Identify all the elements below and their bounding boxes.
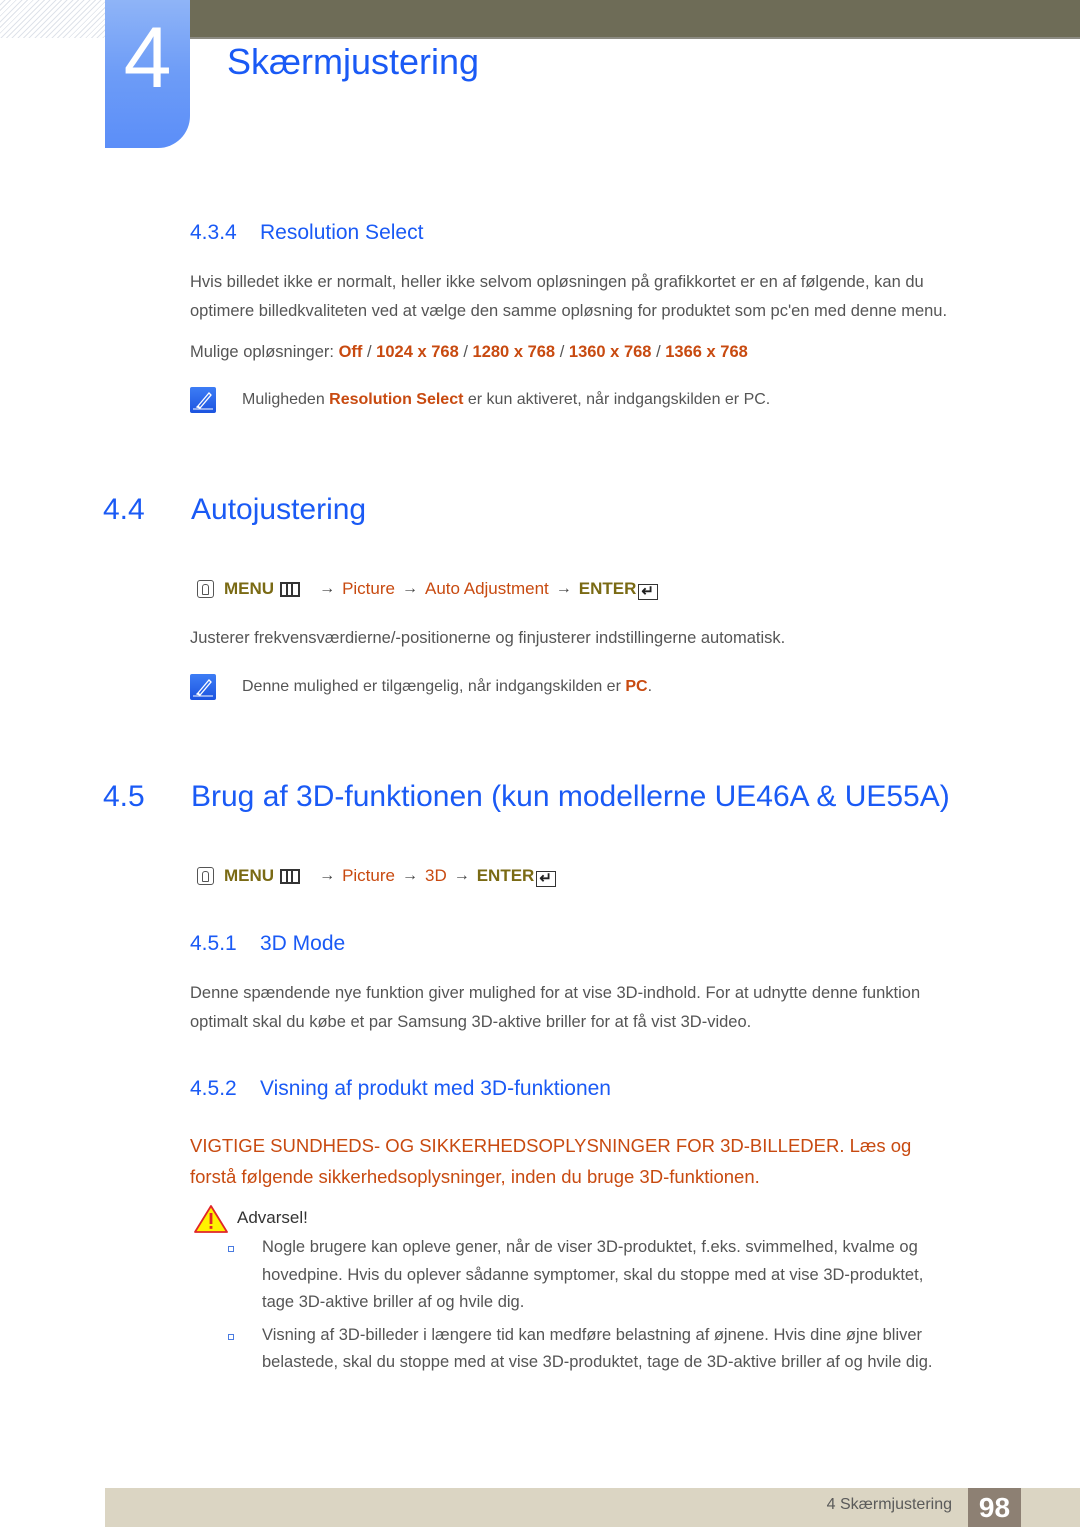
arrow-icon: →	[319, 580, 336, 597]
remote-hand-icon	[197, 867, 214, 885]
bullet-line: belastede, skal du stoppe med at vise 3D…	[262, 1353, 933, 1371]
section-heading-resolution-select: 4.3.4 Resolution Select	[190, 220, 423, 246]
bullet-line: Nogle brugere kan opleve gener, når de v…	[262, 1238, 918, 1256]
menu-grid-icon	[280, 581, 301, 597]
enter-label: ENTER	[476, 866, 535, 885]
option-1024x768: 1024 x 768	[376, 343, 459, 361]
list-item: Nogle brugere kan opleve gener, når de v…	[226, 1234, 996, 1317]
3d-mode-paragraph: Denne spændende nye funktion giver mulig…	[190, 979, 920, 1037]
menu-label: MENU	[224, 866, 275, 885]
option-1280x768: 1280 x 768	[472, 343, 556, 361]
section-title: Resolution Select	[260, 221, 424, 244]
arrow-icon: →	[453, 867, 470, 884]
enter-icon	[638, 580, 659, 604]
chapter-title: Skærmjustering	[227, 41, 480, 82]
page-number: 98	[968, 1488, 1021, 1527]
separator: /	[362, 343, 377, 361]
note-prefix: Muligheden	[242, 391, 330, 408]
section-number: 4.5.2	[190, 1077, 237, 1100]
caution-label: Advarsel!	[237, 1208, 308, 1227]
menu-grid-icon	[280, 868, 301, 884]
options-label: Mulige opløsninger:	[190, 343, 339, 361]
footer-chapter-label: 4 Skærmjustering	[826, 1496, 952, 1513]
note-highlight: Resolution Select	[329, 391, 464, 408]
section-heading-3d-funktionen: 4.5 Brug af 3D-funktionen (kun modellerne…	[103, 779, 950, 815]
section-heading-3d-mode: 4.5.1 3D Mode	[190, 931, 345, 957]
bullet-line: Visning af 3D-billeder i længere tid kan…	[262, 1325, 923, 1344]
bullet-square-icon	[228, 1246, 234, 1252]
note-text: Denne mulighed er tilgængelig, når indga…	[242, 674, 652, 700]
menu-step-3d: 3D	[424, 866, 447, 885]
header-hatch-decoration	[0, 0, 105, 38]
note-prefix: Denne mulighed er tilgængelig, når indga…	[242, 678, 626, 695]
menu-label: MENU	[224, 579, 275, 598]
note-pencil-icon	[190, 674, 216, 700]
bullet-line: tage 3D-aktive briller af og hvile dig.	[262, 1293, 525, 1311]
arrow-icon: →	[401, 867, 418, 884]
separator: /	[555, 343, 569, 361]
paragraph-line: optimalt skal du købe et par Samsung 3D-…	[190, 1013, 752, 1031]
enter-label: ENTER	[578, 579, 637, 598]
enter-icon	[536, 867, 557, 891]
paragraph-line: Hvis billedet ikke er normalt, heller ik…	[190, 273, 924, 291]
note-suffix: .	[647, 678, 653, 695]
bullet-square-icon	[228, 1333, 234, 1340]
menu-path-auto-adjustment: MENU → Picture → Auto Adjustment → ENTER	[197, 577, 659, 604]
page-footer: 4 Skærmjustering 98	[105, 1488, 1080, 1527]
section-title: 3D Mode	[260, 932, 346, 955]
section-title: Autojustering	[191, 493, 367, 526]
safety-warning-heading: VIGTIGE SUNDHEDS- OG SIKKERHEDSOPLYSNING…	[190, 1130, 1010, 1192]
note-suffix: er kun aktiveret, når indgangskilden er …	[463, 391, 771, 408]
autojustering-paragraph: Justerer frekvensværdierne/-positionerne…	[190, 629, 786, 647]
section-number: 4.4	[103, 493, 145, 526]
section-heading-visning: 4.5.2 Visning af produkt med 3D-funktione…	[190, 1076, 611, 1102]
note-highlight: PC	[625, 678, 648, 695]
note-text: Muligheden Resolution Select er kun akti…	[242, 387, 770, 413]
section-number: 4.5.1	[190, 932, 237, 955]
section-title: Visning af produkt med 3D-funktionen	[260, 1077, 611, 1100]
option-1360x768: 1360 x 768	[568, 343, 652, 361]
list-item: Visning af 3D-billeder i længere tid kan…	[226, 1322, 996, 1377]
warning-triangle-icon	[194, 1205, 228, 1233]
option-off: Off	[338, 343, 363, 361]
caution-bullet-list: Nogle brugere kan opleve gener, når de v…	[226, 1234, 996, 1382]
menu-path-3d: MENU → Picture → 3D → ENTER	[197, 864, 557, 891]
warning-line: forstå følgende sikkerhedsoplysninger, i…	[190, 1166, 760, 1187]
chapter-number: 4	[123, 10, 172, 106]
header-bar	[190, 0, 1080, 39]
menu-step-picture: Picture	[342, 866, 395, 885]
arrow-icon: →	[401, 580, 418, 597]
resolution-paragraph: Hvis billedet ikke er normalt, heller ik…	[190, 268, 947, 326]
section-number: 4.3.4	[190, 221, 237, 244]
separator: /	[458, 343, 473, 361]
caution-block: Advarsel!	[194, 1205, 308, 1233]
note-pencil-icon	[190, 387, 216, 413]
paragraph-line: Denne spændende nye funktion giver mulig…	[190, 984, 921, 1002]
section-heading-autojustering: 4.4 Autojustering	[103, 492, 366, 528]
warning-line: VIGTIGE SUNDHEDS- OG SIKKERHEDSOPLYSNING…	[190, 1135, 912, 1156]
arrow-icon: →	[319, 867, 336, 884]
remote-hand-icon	[197, 580, 214, 598]
section-title: Brug af 3D-funktionen (kun modellerne UE…	[191, 780, 950, 813]
menu-step-picture: Picture	[342, 579, 395, 598]
paragraph-line: optimere billedkvaliteten ved at vælge d…	[190, 302, 948, 320]
chapter-tab: 4	[105, 0, 190, 148]
section-number: 4.5	[103, 780, 145, 813]
arrow-icon: →	[555, 580, 572, 597]
menu-step-auto-adjustment: Auto Adjustment	[424, 579, 549, 598]
option-1366x768: 1366 x 768	[665, 343, 748, 361]
separator: /	[651, 343, 666, 361]
bullet-line: hovedpine. Hvis du oplever sådanne sympt…	[262, 1265, 924, 1284]
resolution-options: Mulige opløsninger: Off / 1024 x 768 / 1…	[190, 338, 748, 367]
